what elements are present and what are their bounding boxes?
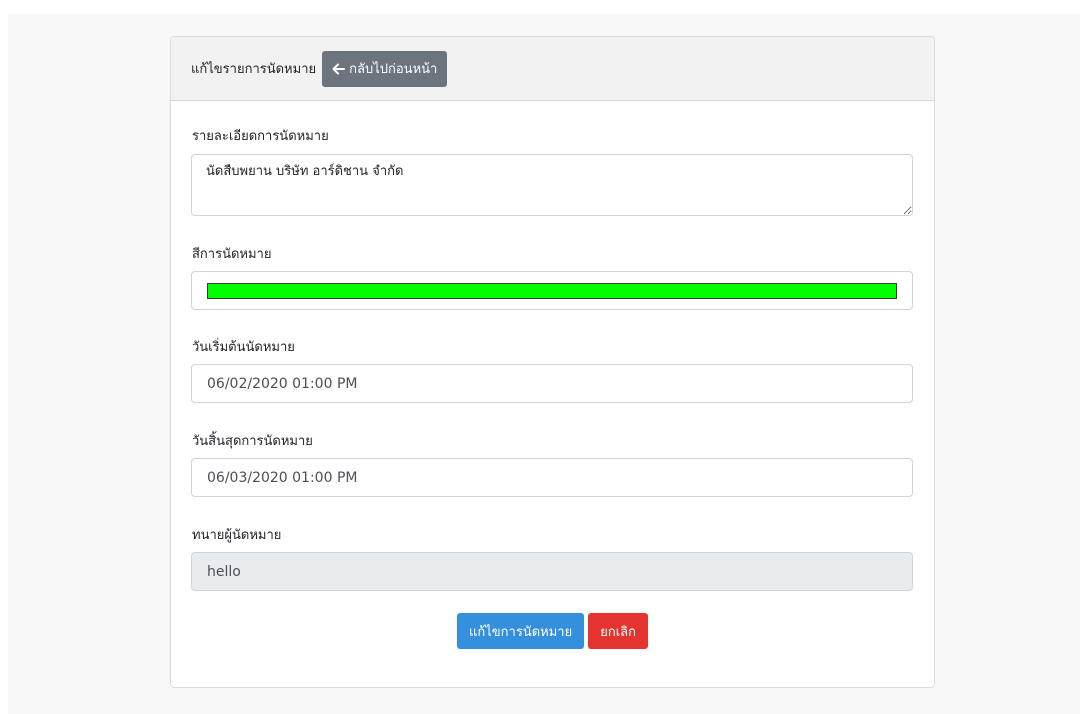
start-date-label: วันเริ่มต้นนัดหมาย bbox=[192, 340, 295, 355]
cancel-button[interactable]: ยกเลิก bbox=[588, 613, 648, 649]
start-date-input[interactable] bbox=[191, 364, 913, 403]
card-header: แก้ไขรายการนัดหมาย กลับไปก่อนหน้า bbox=[171, 37, 934, 101]
submit-button[interactable]: แก้ไขการนัดหมาย bbox=[457, 613, 585, 649]
back-button-label: กลับไปก่อนหน้า bbox=[349, 62, 438, 77]
color-picker[interactable] bbox=[191, 271, 913, 310]
form-actions: แก้ไขการนัดหมาย ยกเลิก bbox=[171, 613, 934, 649]
arrow-left-icon bbox=[332, 63, 346, 75]
back-button[interactable]: กลับไปก่อนหน้า bbox=[322, 50, 448, 87]
lawyer-input bbox=[191, 552, 913, 591]
end-date-label: วันสิ้นสุดการนัดหมาย bbox=[192, 434, 313, 449]
page-title: แก้ไขรายการนัดหมาย bbox=[191, 62, 317, 77]
color-swatch bbox=[207, 282, 897, 299]
edit-appointment-card: แก้ไขรายการนัดหมาย กลับไปก่อนหน้า รายละเ… bbox=[170, 36, 935, 688]
lawyer-label: ทนายผู้นัดหมาย bbox=[192, 528, 282, 543]
end-date-input[interactable] bbox=[191, 458, 913, 497]
details-label: รายละเอียดการนัดหมาย bbox=[192, 129, 329, 144]
details-textarea[interactable]: นัดสืบพยาน บริษัท อาร์ดิชาน จำกัด bbox=[191, 154, 913, 216]
color-label: สีการนัดหมาย bbox=[192, 247, 272, 262]
